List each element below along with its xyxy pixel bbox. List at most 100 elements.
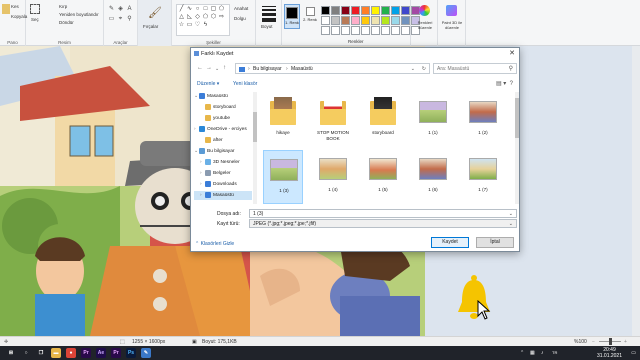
palette-swatch[interactable] bbox=[371, 16, 380, 25]
palette-swatch[interactable] bbox=[341, 16, 350, 25]
new-folder-button[interactable]: Yeni klasör bbox=[233, 81, 257, 87]
zoom-slider-thumb[interactable] bbox=[609, 338, 612, 345]
palette-swatch[interactable] bbox=[351, 16, 360, 25]
eraser-icon[interactable]: ▭ bbox=[108, 16, 115, 23]
zoom-in-icon[interactable]: + bbox=[624, 339, 627, 345]
palette-swatch[interactable] bbox=[361, 6, 370, 15]
brushes-group[interactable]: 🖌 Fırçalar bbox=[138, 0, 172, 46]
nav-expand-icon[interactable]: › bbox=[200, 182, 202, 187]
curve-shape-icon[interactable]: ∿ bbox=[186, 6, 193, 13]
resize-button[interactable]: Yeniden boyutlandır bbox=[59, 12, 99, 17]
palette-swatch[interactable] bbox=[341, 26, 350, 35]
palette-swatch[interactable] bbox=[361, 16, 370, 25]
view-options-icon[interactable]: ▤ ▾ ? bbox=[496, 80, 513, 87]
palette-swatch[interactable] bbox=[381, 26, 390, 35]
zoom-out-icon[interactable]: − bbox=[592, 339, 595, 345]
color-palette[interactable] bbox=[321, 6, 420, 35]
recent-dropdown-icon[interactable]: ⌄ bbox=[215, 66, 219, 72]
color2-selector[interactable]: 2. Renk bbox=[302, 4, 318, 29]
palette-swatch[interactable] bbox=[401, 26, 410, 35]
image-file-item[interactable]: 1 (6) bbox=[413, 150, 453, 204]
search-input[interactable]: Ara: Masaüstü ⚲ bbox=[433, 63, 517, 74]
forward-arrow-icon[interactable]: → bbox=[206, 65, 212, 71]
photoshop-taskbar-icon[interactable]: Ps bbox=[126, 348, 136, 358]
oval-shape-icon[interactable]: ○ bbox=[194, 6, 201, 13]
address-dropdown-icon[interactable]: ⌄ bbox=[411, 66, 415, 72]
cancel-button[interactable]: İptal bbox=[476, 237, 514, 248]
file-list-scroll-thumb[interactable] bbox=[515, 98, 519, 138]
image-file-item[interactable]: 1 (7) bbox=[463, 150, 503, 204]
pencil-icon[interactable]: ✎ bbox=[108, 6, 115, 13]
nav-expand-icon[interactable]: › bbox=[200, 171, 202, 176]
nav-item[interactable]: › 3D Nesneler bbox=[194, 158, 252, 167]
image-file-item[interactable]: 1 (5) bbox=[363, 150, 403, 204]
palette-swatch[interactable] bbox=[371, 26, 380, 35]
outline-button[interactable]: Anahat bbox=[234, 6, 248, 11]
notifications-icon[interactable]: ▭ bbox=[631, 350, 636, 356]
pentagon-shape-icon[interactable]: ⬠ bbox=[202, 14, 209, 21]
size-icon[interactable] bbox=[262, 6, 276, 24]
refresh-icon[interactable]: ↻ bbox=[422, 66, 426, 72]
filename-dropdown-icon[interactable]: ⌄ bbox=[509, 211, 513, 217]
nav-item[interactable]: after bbox=[194, 136, 252, 145]
hide-folders-button[interactable]: ⌃ Klasörleri Gizle bbox=[195, 241, 234, 247]
volume-icon[interactable]: ♪ bbox=[541, 350, 544, 356]
rect-shape-icon[interactable]: □ bbox=[202, 6, 209, 13]
nav-expand-icon[interactable]: › bbox=[200, 193, 202, 198]
file-list-scrollbar[interactable] bbox=[515, 92, 519, 204]
filetype-select[interactable]: JPEG (*.jpg;*.jpeg;*.jpe;*.jfif) ⌄ bbox=[249, 219, 517, 228]
palette-swatch[interactable] bbox=[361, 26, 370, 35]
tray-chevron-icon[interactable]: ⌃ bbox=[520, 350, 524, 356]
folder-item[interactable]: STOP MOTION BOOK bbox=[313, 93, 353, 147]
nav-item[interactable]: ⌄ Bu bilgisayar bbox=[194, 147, 252, 156]
right-triangle-shape-icon[interactable]: ◺ bbox=[186, 14, 193, 21]
image-file-item[interactable]: 1 (4) bbox=[313, 150, 353, 204]
back-arrow-icon[interactable]: ← bbox=[197, 65, 203, 71]
arrow-shape-icon[interactable]: ⇨ bbox=[218, 14, 225, 21]
explorer-taskbar-icon[interactable]: ▬ bbox=[51, 348, 61, 358]
taskview-taskbar-icon[interactable]: ❐ bbox=[36, 348, 46, 358]
premiere2-taskbar-icon[interactable]: Pr bbox=[111, 348, 121, 358]
search-taskbar-icon[interactable]: ○ bbox=[21, 348, 31, 358]
fill-icon[interactable]: ◈ bbox=[117, 6, 124, 13]
palette-swatch[interactable] bbox=[321, 6, 330, 15]
palette-swatch[interactable] bbox=[341, 6, 350, 15]
palette-swatch[interactable] bbox=[381, 16, 390, 25]
heart-shape-icon[interactable]: ♡ bbox=[194, 22, 201, 29]
up-arrow-icon[interactable]: ↑ bbox=[223, 65, 226, 71]
nav-item[interactable]: › OneDrive - erciyes bbox=[194, 125, 252, 134]
shapes-gallery[interactable]: ╱ ∿ ○ □ ▢ ⬠ △ ◺ ◇ ⬠ ⬡ ⇨ ☆ ▭ ♡ ϟ bbox=[176, 4, 230, 36]
palette-swatch[interactable] bbox=[351, 6, 360, 15]
polygon-shape-icon[interactable]: ⬠ bbox=[218, 6, 225, 13]
brush-icon[interactable]: 🖌 bbox=[148, 6, 162, 20]
navigation-scrollbar[interactable] bbox=[253, 92, 257, 204]
text-icon[interactable]: A bbox=[126, 6, 133, 13]
edit-colors-icon[interactable] bbox=[419, 5, 430, 16]
nav-expand-icon[interactable]: › bbox=[194, 127, 196, 132]
address-bar[interactable]: › Bu bilgisayar › Masaüstü ⌄ ↻ bbox=[235, 63, 430, 74]
edit-colors-group[interactable]: Renkleri düzenle bbox=[410, 0, 438, 46]
paint3d-group[interactable]: Paint 3D ile düzenle bbox=[438, 0, 466, 46]
filetype-dropdown-icon[interactable]: ⌄ bbox=[509, 221, 513, 227]
nav-item[interactable]: youtube bbox=[194, 114, 252, 123]
select-button[interactable]: Seç bbox=[31, 17, 39, 22]
palette-swatch[interactable] bbox=[371, 6, 380, 15]
network-icon[interactable]: ▦ bbox=[530, 350, 535, 356]
palette-swatch[interactable] bbox=[331, 6, 340, 15]
paste-icon[interactable] bbox=[2, 4, 10, 14]
palette-swatch[interactable] bbox=[381, 6, 390, 15]
nav-item[interactable]: › Belgeler bbox=[194, 169, 252, 178]
select-icon[interactable] bbox=[30, 4, 40, 14]
triangle-shape-icon[interactable]: △ bbox=[178, 14, 185, 21]
chrome-taskbar-icon[interactable]: ● bbox=[66, 348, 76, 358]
paint-taskbar-icon[interactable]: ✎ bbox=[141, 348, 151, 358]
copy-button[interactable]: Kopyala bbox=[11, 14, 27, 19]
nav-expand-icon[interactable]: › bbox=[200, 160, 202, 165]
address-current[interactable]: Masaüstü bbox=[291, 66, 313, 72]
picker-icon[interactable]: ⌖ bbox=[117, 16, 124, 23]
palette-swatch[interactable] bbox=[321, 26, 330, 35]
aftereffects-taskbar-icon[interactable]: Ae bbox=[96, 348, 106, 358]
rotate-button[interactable]: Döndür bbox=[59, 20, 74, 25]
nav-item[interactable]: › Downloads bbox=[194, 180, 252, 189]
callout-shape-icon[interactable]: ▭ bbox=[186, 22, 193, 29]
